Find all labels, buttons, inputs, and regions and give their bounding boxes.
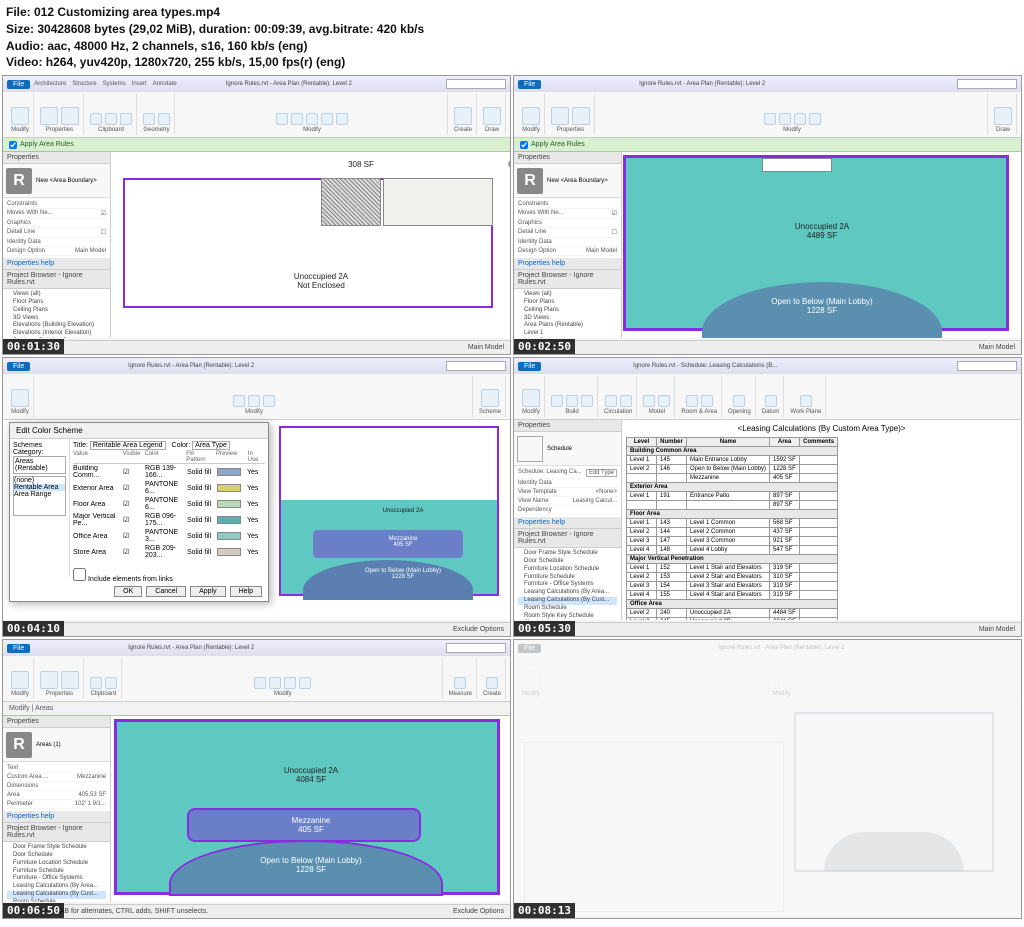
frame-6: FileIgnore Rules.rvt - Area Plan (Rentab… xyxy=(513,639,1022,919)
file-line: File: 012 Customizing area types.mp4 xyxy=(6,4,1018,21)
properties-header: Properties xyxy=(3,152,110,164)
ribbon: Modify Properties Clipboard Geometry Mod… xyxy=(3,92,510,138)
property-rows: Constraints Moves With Ne...☑ Graphics D… xyxy=(3,198,110,258)
status-bar: 1/8" = 1'-0"Main Model xyxy=(3,340,510,354)
frame-timestamp: 00:01:30 xyxy=(3,339,64,354)
frame-4: FileIgnore Rules.rvt - Schedule: Leasing… xyxy=(513,357,1022,637)
area-label-unocc: Unoccupied 2A4489 SF xyxy=(762,222,882,240)
frame-3: FileIgnore Rules.rvt - Area Plan (Rentab… xyxy=(2,357,511,637)
ok-button[interactable]: OK xyxy=(114,586,142,597)
area-label-unocc: Unoccupied 2ANot Enclosed xyxy=(261,272,381,290)
drawing-canvas[interactable]: 308 SF 612 SF Unoccupied 2ANot Enclosed xyxy=(111,152,510,338)
browser-header: Project Browser - Ignore Rules.rvt xyxy=(3,270,110,289)
search-input[interactable] xyxy=(446,79,506,89)
type-selector[interactable]: New <Area Boundary> xyxy=(36,178,97,184)
sidebar: Properties R New <Area Boundary> Constrai… xyxy=(3,152,111,338)
media-info-header: File: 012 Customizing area types.mp4 Siz… xyxy=(0,0,1024,75)
frame-2: FileIgnore Rules.rvt - Area Plan (Rentab… xyxy=(513,75,1022,355)
dialog-title: Edit Color Scheme xyxy=(10,423,268,439)
apply-rules-check[interactable] xyxy=(9,141,17,149)
area-label-308: 308 SF xyxy=(301,160,421,169)
help-button[interactable]: Help xyxy=(230,586,262,597)
edit-color-scheme-dialog[interactable]: Edit Color Scheme Schemes Category: Area… xyxy=(9,422,269,602)
apply-button[interactable]: Apply xyxy=(190,586,226,597)
thumbnail-grid: File ArchitectureStructureSystemsInsertA… xyxy=(0,75,1024,921)
frame-5: FileIgnore Rules.rvt - Area Plan (Rentab… xyxy=(2,639,511,919)
schedule-table[interactable]: LevelNumberNameAreaCommentsBuilding Comm… xyxy=(626,437,838,620)
project-browser[interactable]: Views (all) Floor Plans Ceiling Plans 3D… xyxy=(3,289,110,338)
titlebar: File ArchitectureStructureSystemsInsertA… xyxy=(3,76,510,92)
area-label-612: 612 SF xyxy=(461,160,510,169)
audio-line: Audio: aac, 48000 Hz, 2 channels, s16, 1… xyxy=(6,38,1018,55)
ribbon-tabs[interactable]: ArchitectureStructureSystemsInsertAnnota… xyxy=(34,81,176,87)
size-line: Size: 30428608 bytes (29,02 MiB), durati… xyxy=(6,21,1018,38)
schedule-title: <Leasing Calculations (By Custom Area Ty… xyxy=(626,424,1017,433)
file-menu[interactable]: File xyxy=(7,80,30,89)
properties-help[interactable]: Properties help xyxy=(3,258,110,270)
type-thumb: R xyxy=(6,168,32,194)
cancel-button[interactable]: Cancel xyxy=(146,586,186,597)
drawing-canvas[interactable]: Unoccupied 2A4489 SF Open to Below (Main… xyxy=(622,152,1021,338)
window-title: Ignore Rules.rvt - Area Plan (Rentable):… xyxy=(226,81,352,87)
frame-1: File ArchitectureStructureSystemsInsertA… xyxy=(2,75,511,355)
options-bar[interactable]: Apply Area Rules xyxy=(3,138,510,152)
video-line: Video: h264, yuv420p, 1280x720, 255 kb/s… xyxy=(6,54,1018,71)
area-label-open: Open to Below (Main Lobby)1228 SF xyxy=(762,297,882,315)
schedule-view[interactable]: <Leasing Calculations (By Custom Area Ty… xyxy=(622,420,1021,620)
